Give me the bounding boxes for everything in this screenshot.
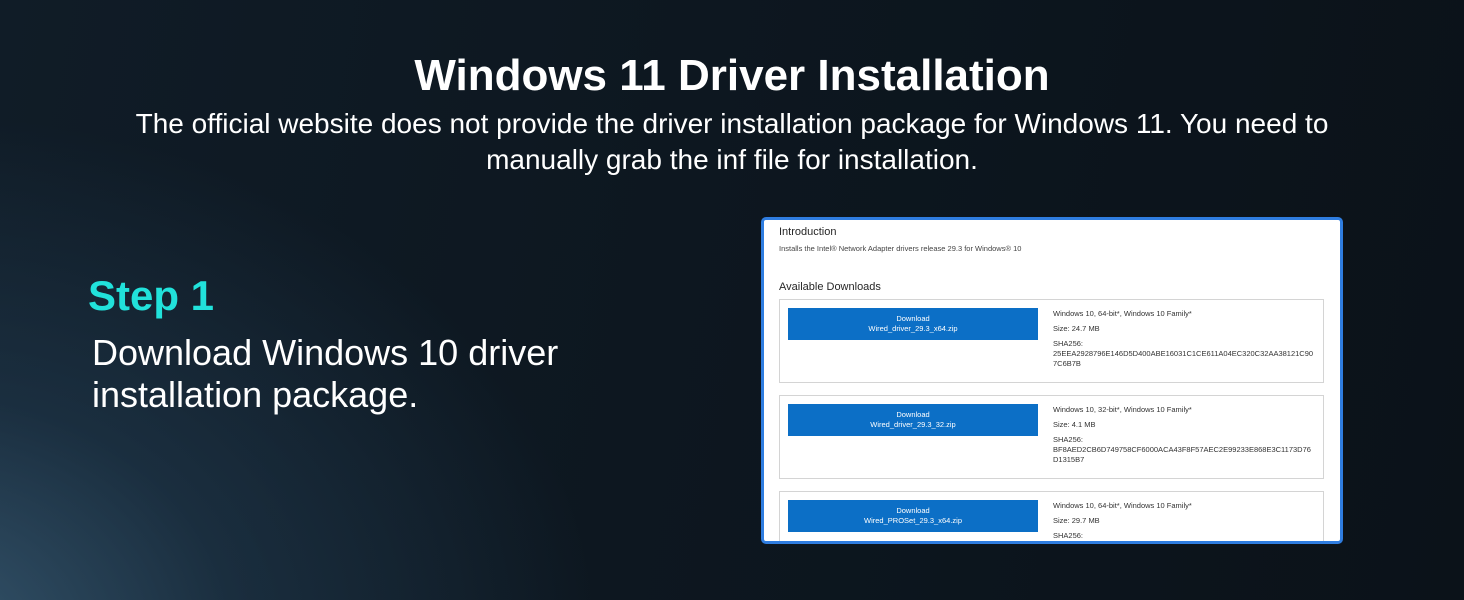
intro-heading: Introduction	[779, 226, 837, 238]
step-description: Download Windows 10 driver installation …	[92, 332, 559, 415]
intro-text: Installs the Intel® Network Adapter driv…	[779, 244, 1022, 253]
download-button-label: Download	[896, 506, 930, 515]
download-button-label: Download	[896, 410, 930, 419]
download-size: Size: 29.7 MB	[1053, 516, 1100, 525]
download-page-screenshot: Introduction Installs the Intel® Network…	[761, 217, 1343, 544]
download-card: Download Wired_driver_29.3_x64.zip Windo…	[779, 299, 1324, 383]
banner-header: Windows 11 Driver Installation The offic…	[0, 50, 1464, 178]
download-file-name: Wired_driver_29.3_x64.zip	[868, 324, 958, 333]
download-info: Windows 10, 64-bit*, Windows 10 Family* …	[1053, 501, 1315, 541]
download-os: Windows 10, 64-bit*, Windows 10 Family*	[1053, 309, 1192, 318]
sha-label: SHA256:	[1053, 531, 1084, 540]
available-downloads-heading: Available Downloads	[779, 281, 881, 293]
download-button[interactable]: Download Wired_PROSet_29.3_x64.zip	[788, 500, 1038, 532]
page-title: Windows 11 Driver Installation	[414, 51, 1050, 100]
sha-label: SHA256:	[1053, 435, 1084, 444]
page-subtitle: The official website does not provide th…	[135, 108, 1329, 175]
download-info: Windows 10, 32-bit*, Windows 10 Family* …	[1053, 405, 1315, 465]
download-os: Windows 10, 64-bit*, Windows 10 Family*	[1053, 501, 1192, 510]
download-file-name: Wired_PROSet_29.3_x64.zip	[864, 516, 962, 525]
download-info: Windows 10, 64-bit*, Windows 10 Family* …	[1053, 309, 1315, 369]
download-card: Download Wired_PROSet_29.3_x64.zip Windo…	[779, 491, 1324, 541]
download-size: Size: 4.1 MB	[1053, 420, 1096, 429]
sha-hash: BF8AED2CB6D749758CF6000ACA43F8F57AEC2E99…	[1053, 445, 1311, 464]
download-size: Size: 24.7 MB	[1053, 324, 1100, 333]
sha-hash: 25EEA2928796E146D5D400ABE16031C1CE611A04…	[1053, 349, 1314, 368]
sha-label: SHA256:	[1053, 339, 1084, 348]
download-button[interactable]: Download Wired_driver_29.3_x64.zip	[788, 308, 1038, 340]
download-file-name: Wired_driver_29.3_32.zip	[870, 420, 956, 429]
download-card: Download Wired_driver_29.3_32.zip Window…	[779, 395, 1324, 479]
download-button-label: Download	[896, 314, 930, 323]
download-button[interactable]: Download Wired_driver_29.3_32.zip	[788, 404, 1038, 436]
download-os: Windows 10, 32-bit*, Windows 10 Family*	[1053, 405, 1192, 414]
step-title: Step 1	[88, 272, 215, 319]
